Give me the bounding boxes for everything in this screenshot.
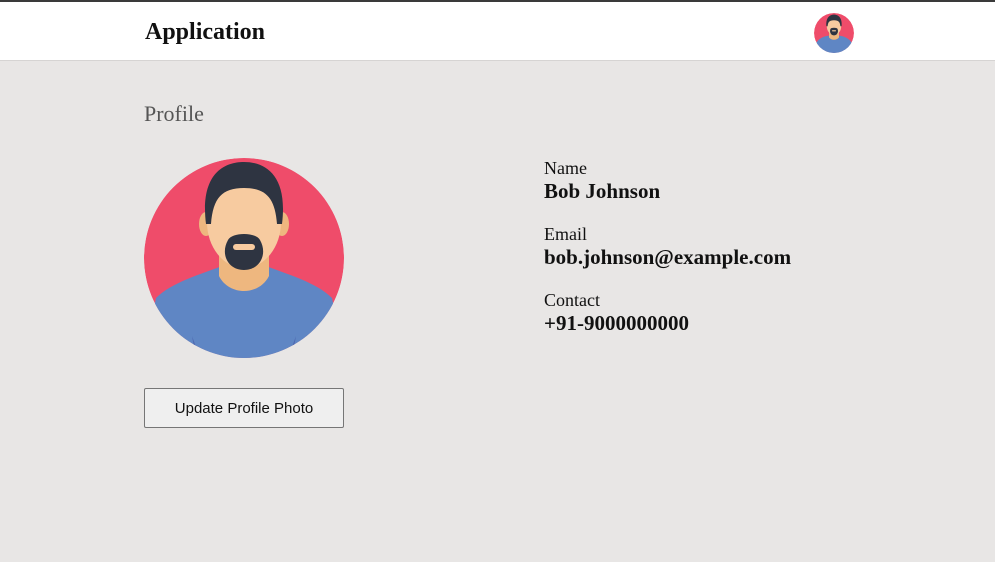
contact-value: +91-9000000000 [544,311,689,335]
contact-field: Contact +91-9000000000 [544,290,689,336]
name-field: Name Bob Johnson [544,158,660,204]
email-field: Email bob.johnson@example.com [544,224,791,270]
page-title: Profile [144,101,204,126]
user-avatar-icon [144,158,344,358]
app-header: Application [0,2,995,61]
name-value: Bob Johnson [544,179,661,203]
email-label: Email [544,224,587,244]
profile-avatar [144,158,344,358]
user-avatar-icon[interactable] [814,13,854,53]
name-label: Name [544,158,587,178]
update-profile-photo-button[interactable]: Update Profile Photo [144,388,344,428]
email-value: bob.johnson@example.com [544,245,792,269]
contact-label: Contact [544,290,600,310]
app-title: Application [145,19,266,45]
avatar-illustration [814,13,854,53]
